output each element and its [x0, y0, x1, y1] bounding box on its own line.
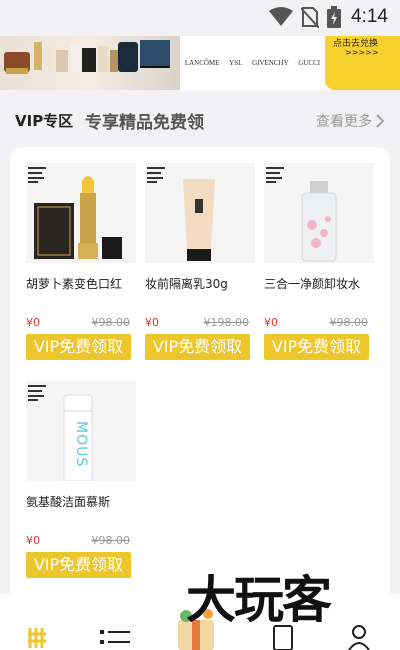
watermark: 大玩客	[186, 570, 332, 629]
section-title: VIP专区	[15, 112, 74, 130]
product-image	[145, 163, 255, 263]
product-grid: 胡萝卜素变色口红 ¥0 ¥98.00 VIP免费领取 妆前隔离乳30g ¥0 ¥…	[10, 147, 390, 607]
product-image	[264, 163, 374, 263]
vip-claim-button[interactable]: VIP免费领取	[264, 334, 369, 360]
price: ¥0	[26, 534, 40, 547]
vip-claim-button[interactable]: VIP免费领取	[26, 334, 131, 360]
product-card[interactable]: MOUS 氨基酸洁面慕斯 ¥0 ¥98.00 VIP免费领取	[26, 381, 136, 578]
price: ¥0	[264, 316, 278, 329]
original-price: ¥98.00	[91, 534, 131, 547]
product-card[interactable]: 妆前隔离乳30g ¥0 ¥198.00 VIP免费领取	[145, 163, 255, 360]
clock: 4:14	[351, 6, 388, 27]
redeem-arrows: >>>>>	[345, 48, 379, 57]
product-image	[26, 163, 136, 263]
bottle-label: MOUS	[73, 421, 89, 468]
no-sim-icon	[301, 7, 320, 28]
see-more-link[interactable]: 查看更多	[316, 111, 385, 131]
see-more-label: 查看更多	[316, 114, 372, 130]
brand-logos: LANCÔME YSL GIVENCHY GUCCI	[180, 36, 325, 90]
brand-logo: YSL	[229, 59, 243, 67]
price: ¥0	[26, 316, 40, 329]
redeem-button[interactable]: 点击去兑换 >>>>>	[325, 36, 400, 90]
original-price: ¥98.00	[91, 316, 131, 329]
banner-product-image	[0, 36, 180, 90]
battery-charging-icon	[327, 6, 342, 28]
vip-section-header: VIP专区 专享精品免费领 查看更多	[0, 100, 400, 144]
product-name: 三合一净颜卸妆水	[264, 277, 361, 291]
brand-logo: LANCÔME	[184, 59, 220, 67]
original-price: ¥198.00	[203, 316, 250, 329]
user-icon[interactable]	[348, 624, 370, 650]
price-row: ¥0 ¥198.00	[145, 316, 255, 329]
product-card[interactable]: 三合一净颜卸妆水 ¥0 ¥98.00 VIP免费领取	[264, 163, 374, 360]
vip-claim-button[interactable]: VIP免费领取	[26, 552, 131, 578]
brand-logo: GIVENCHY	[252, 59, 289, 67]
list-icon[interactable]	[100, 624, 130, 650]
status-icons: 4:14	[269, 6, 388, 28]
price-row: ¥0 ¥98.00	[26, 316, 136, 329]
product-card[interactable]: 胡萝卜素变色口红 ¥0 ¥98.00 VIP免费领取	[26, 163, 136, 360]
price-row: ¥0 ¥98.00	[26, 534, 136, 547]
wifi-icon	[269, 7, 294, 26]
product-image: MOUS	[26, 381, 136, 481]
promo-banner[interactable]: LANCÔME YSL GIVENCHY GUCCI 点击去兑换 >>>>>	[0, 36, 400, 90]
product-name: 妆前隔离乳30g	[145, 277, 228, 291]
product-name: 胡萝卜素变色口红	[26, 277, 123, 291]
section-subtitle: 专享精品免费领	[85, 113, 204, 133]
product-name: 氨基酸洁面慕斯	[26, 495, 111, 509]
status-bar: 4:14	[0, 0, 400, 36]
vip-claim-button[interactable]: VIP免费领取	[145, 334, 250, 360]
brand-logo: GUCCI	[298, 59, 321, 67]
original-price: ¥98.00	[329, 316, 369, 329]
grid-icon[interactable]	[26, 624, 52, 650]
price-row: ¥0 ¥98.00	[264, 316, 374, 329]
chevron-right-icon	[376, 114, 385, 128]
price: ¥0	[145, 316, 159, 329]
